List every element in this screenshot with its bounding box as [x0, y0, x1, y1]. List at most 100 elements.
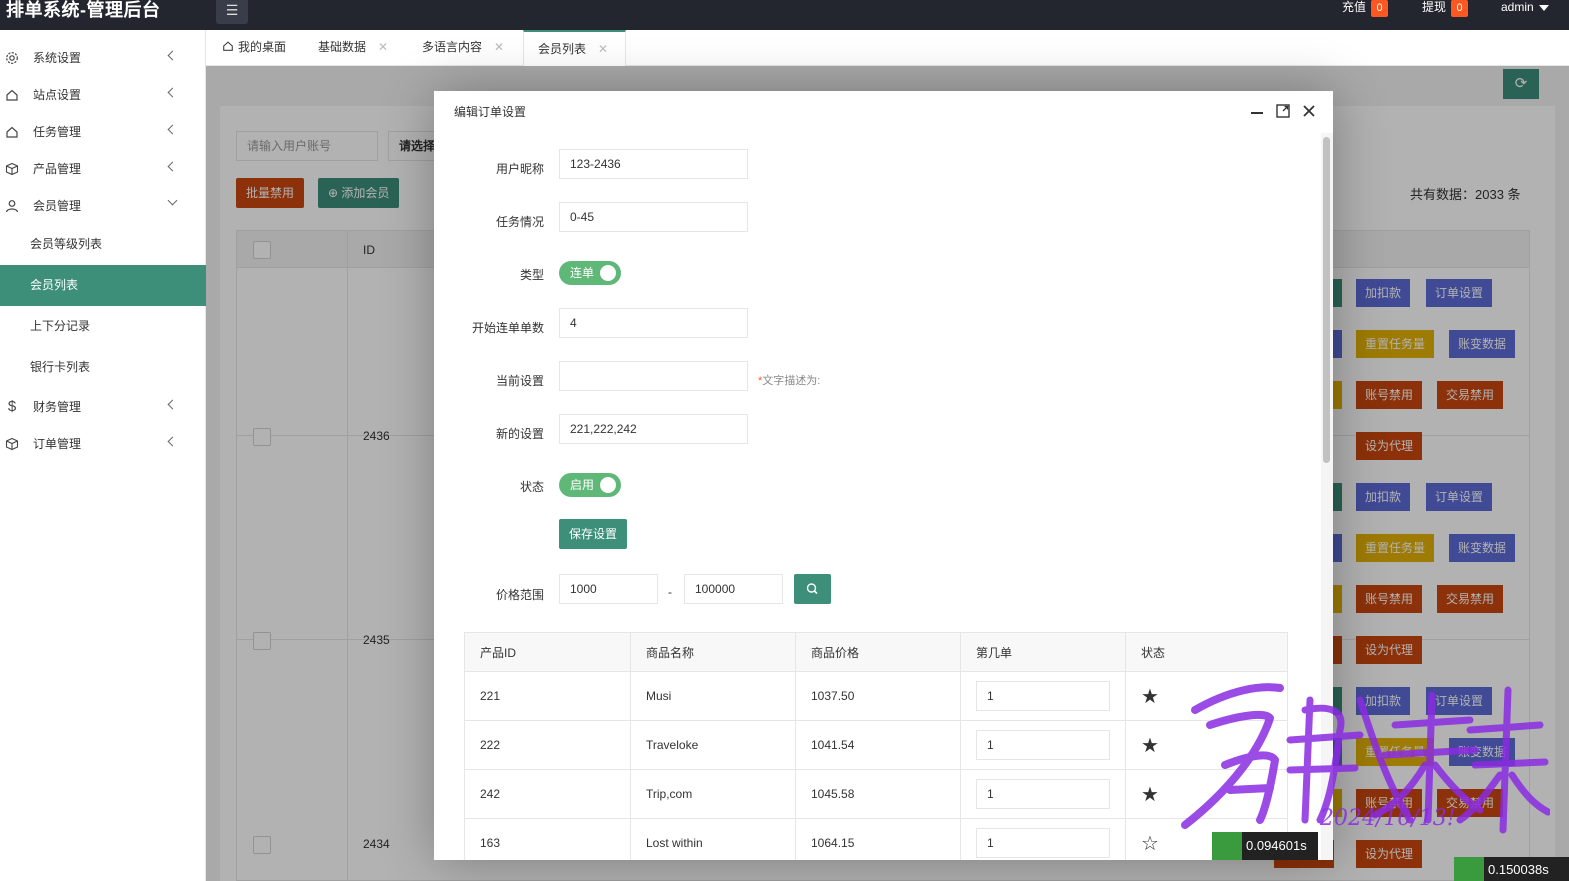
type-switch[interactable]: 连单 [559, 261, 621, 285]
new-setting-input[interactable]: 221,222,242 [559, 414, 748, 444]
sidebar-item-task-management[interactable]: 任务管理 [0, 113, 206, 150]
close-icon[interactable]: ✕ [598, 42, 608, 56]
header-order-number: 第几单 [960, 633, 1125, 671]
switch-knob [600, 477, 616, 493]
close-icon[interactable]: ✕ [378, 40, 388, 54]
chevron-left-icon [167, 50, 178, 61]
sidebar-item-site-settings[interactable]: 站点设置 [0, 76, 206, 113]
minimize-icon[interactable] [1249, 103, 1265, 119]
recharge-link[interactable]: 充值 0 [1342, 0, 1389, 17]
sidebar-item-label: 产品管理 [33, 162, 82, 176]
home-icon [5, 88, 19, 102]
product-id: 222 [480, 738, 501, 752]
product-name: Lost within [630, 819, 795, 860]
user-name: admin [1501, 0, 1534, 14]
price-search-button[interactable] [794, 574, 831, 604]
scrollbar-thumb[interactable] [1323, 137, 1330, 463]
user-icon [5, 199, 19, 213]
close-icon[interactable]: ✕ [494, 40, 504, 54]
order-number-input[interactable] [976, 730, 1110, 760]
type-label: 类型 [519, 268, 544, 282]
tab-label: 会员列表 [538, 42, 587, 56]
sidebar-subitem-credit-records[interactable]: 上下分记录 [0, 306, 206, 347]
sidebar-subitem-member-list[interactable]: 会员列表 [0, 265, 206, 306]
header-product-name: 商品名称 [630, 633, 795, 671]
sidebar-item-order-management[interactable]: 订单管理 [0, 425, 206, 462]
current-setting-label: 当前设置 [495, 374, 544, 388]
modal-timer-badge: 0.094601s [1212, 832, 1318, 860]
tab-bar: 我的桌面 基础数据 ✕ 多语言内容 ✕ 会员列表 ✕ [206, 30, 1569, 66]
withdraw-link[interactable]: 提现 0 [1422, 0, 1469, 17]
sidebar-subitem-member-levels[interactable]: 会员等级列表 [0, 224, 206, 265]
menu-toggle-button[interactable]: ☰ [216, 0, 248, 24]
table-row: 221 Musi 1037.50 ★ [465, 671, 1287, 720]
order-number-input[interactable] [976, 681, 1110, 711]
price-max-input[interactable]: 100000 [684, 574, 783, 604]
recharge-badge: 0 [1371, 0, 1389, 17]
status-switch-label: 启用 [570, 478, 595, 492]
chevron-left-icon [167, 124, 178, 135]
watermark-date: 2024/10/13! [1319, 806, 1456, 831]
product-price: 1041.54 [795, 721, 960, 769]
recharge-label: 充值 [1342, 0, 1367, 14]
task-status-input[interactable]: 0-45 [559, 202, 748, 232]
maximize-icon[interactable] [1275, 103, 1291, 119]
order-number-input[interactable] [976, 828, 1110, 858]
star-filled-icon[interactable]: ★ [1141, 782, 1159, 807]
start-count-input[interactable]: 4 [559, 308, 748, 338]
sidebar-item-product-management[interactable]: 产品管理 [0, 150, 206, 187]
save-settings-button[interactable]: 保存设置 [559, 519, 628, 549]
nickname-input[interactable]: 123-2436 [559, 149, 748, 179]
star-filled-icon[interactable]: ★ [1141, 684, 1159, 709]
app-title: 排单系统-管理后台 [6, 0, 161, 20]
hint-text: 文字描述为: [762, 375, 821, 387]
search-icon [806, 583, 818, 595]
sidebar-subitem-bank-cards[interactable]: 银行卡列表 [0, 347, 206, 388]
sidebar-item-label: 系统设置 [33, 51, 82, 65]
tab-multilang[interactable]: 多语言内容 ✕ [422, 30, 504, 66]
product-name: Traveloke [630, 721, 795, 769]
price-range-label: 价格范围 [495, 588, 544, 602]
nickname-label: 用户昵称 [495, 162, 544, 176]
tab-label: 我的桌面 [238, 40, 287, 54]
status-label: 状态 [519, 480, 544, 494]
header-product-id: 产品ID [480, 645, 517, 660]
sidebar: 系统设置 站点设置 任务管理 产品管理 会员管理 会员等级列表 会员列表 上下分… [0, 30, 206, 881]
sidebar-item-finance-management[interactable]: $ 财务管理 [0, 388, 206, 425]
star-filled-icon[interactable]: ★ [1141, 733, 1159, 758]
sidebar-item-label: 财务管理 [33, 400, 82, 414]
product-price: 1064.15 [795, 819, 960, 860]
header-product-price: 商品价格 [795, 633, 960, 671]
range-dash: - [668, 585, 672, 599]
table-row: 222 Traveloke 1041.54 ★ [465, 720, 1287, 769]
price-min-input[interactable]: 1000 [559, 574, 658, 604]
sidebar-item-label: 站点设置 [33, 88, 82, 102]
product-price: 1037.50 [795, 672, 960, 720]
star-outline-icon[interactable]: ☆ [1141, 831, 1159, 856]
sidebar-item-member-management[interactable]: 会员管理 [0, 187, 206, 224]
product-price: 1045.58 [795, 770, 960, 818]
top-bar: 排单系统-管理后台 ☰ 充值 0 提现 0 admin [0, 0, 1569, 30]
table-row: 163 Lost within 1064.15 ☆ [465, 818, 1287, 860]
chevron-down-icon [167, 195, 178, 206]
current-setting-input[interactable] [559, 361, 748, 391]
caret-down-icon [1538, 4, 1549, 11]
speed-logo-icon [1454, 857, 1484, 881]
status-switch[interactable]: 启用 [559, 473, 621, 497]
tab-base-data[interactable]: 基础数据 ✕ [318, 30, 388, 66]
modal-timer-text: 0.094601s [1246, 838, 1307, 853]
tab-member-list[interactable]: 会员列表 ✕ [523, 30, 626, 66]
product-name: Musi [630, 672, 795, 720]
close-icon[interactable] [1301, 103, 1317, 119]
dollar-icon: $ [7, 398, 17, 415]
table-header-row: 产品ID 商品名称 商品价格 第几单 状态 [465, 633, 1287, 671]
user-menu[interactable]: admin [1501, 0, 1549, 15]
sidebar-item-system-settings[interactable]: 系统设置 [0, 39, 206, 76]
product-table: 产品ID 商品名称 商品价格 第几单 状态 221 Musi 1037.50 ★… [464, 632, 1288, 860]
chevron-left-icon [167, 87, 178, 98]
new-setting-label: 新的设置 [495, 427, 544, 441]
chevron-left-icon [167, 436, 178, 447]
tab-dashboard[interactable]: 我的桌面 [222, 30, 286, 66]
speed-logo-icon [1212, 832, 1242, 860]
order-number-input[interactable] [976, 779, 1110, 809]
